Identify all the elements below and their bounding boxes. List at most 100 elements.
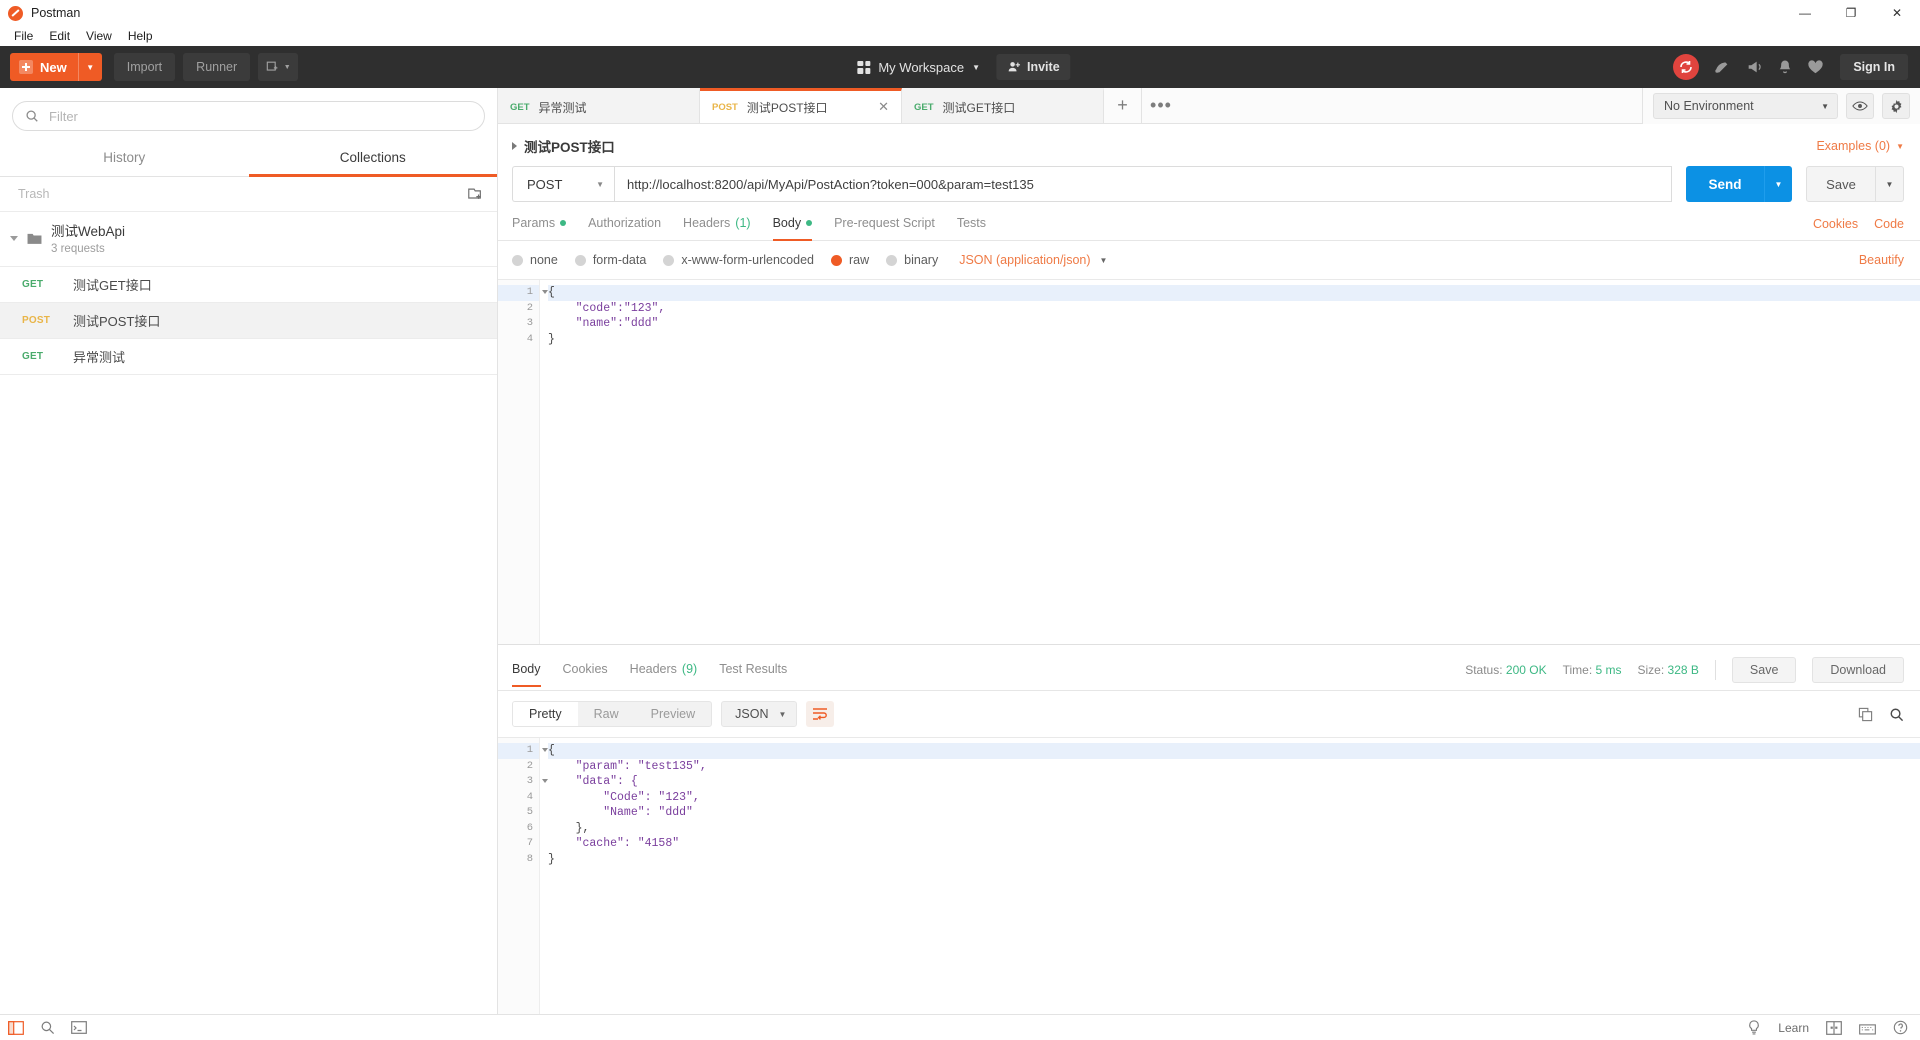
filter-box[interactable]: [12, 101, 485, 131]
examples-label: Examples (0): [1816, 139, 1891, 153]
sidebar-request-post-1[interactable]: POST 测试POST接口: [0, 303, 497, 339]
help-button[interactable]: [1893, 1020, 1908, 1035]
body-option-binary[interactable]: binary: [886, 253, 938, 267]
console-button[interactable]: [71, 1021, 87, 1034]
code-link[interactable]: Code: [1874, 217, 1904, 231]
caret-down-icon[interactable]: [10, 236, 18, 241]
open-new-window-button[interactable]: ▼: [258, 53, 299, 81]
view-mode-pretty[interactable]: Pretty: [513, 702, 578, 726]
sidebar-request-get-2[interactable]: GET 异常测试: [0, 339, 497, 375]
new-dropdown-caret[interactable]: ▼: [77, 53, 102, 81]
signin-button[interactable]: Sign In: [1840, 54, 1908, 80]
tab-authorization[interactable]: Authorization: [588, 216, 661, 241]
copy-button[interactable]: [1858, 707, 1873, 722]
menu-help[interactable]: Help: [120, 27, 161, 45]
save-dropdown-caret[interactable]: ▼: [1876, 166, 1904, 202]
find-button[interactable]: [40, 1020, 55, 1035]
sidebar-tab-collections[interactable]: Collections: [248, 141, 497, 177]
content-type-selector[interactable]: JSON (application/json) ▼: [959, 253, 1107, 267]
caret-right-icon[interactable]: [512, 142, 517, 150]
sidebar-request-get-1[interactable]: GET 测试GET接口: [0, 267, 497, 303]
menu-view[interactable]: View: [78, 27, 120, 45]
url-input[interactable]: [614, 166, 1672, 202]
request-body-editor[interactable]: 1 2 3 4 { "code":"123", "name":"ddd" }: [498, 279, 1920, 644]
layout-toggle-button[interactable]: [1826, 1020, 1842, 1035]
minimize-button[interactable]: —: [1782, 0, 1828, 26]
new-collection-icon[interactable]: [467, 186, 483, 202]
tab-prerequest-script[interactable]: Pre-request Script: [834, 216, 935, 241]
new-tab-button[interactable]: +: [1104, 88, 1142, 123]
examples-dropdown[interactable]: Examples (0) ▼: [1816, 139, 1904, 153]
fold-caret-icon[interactable]: [542, 779, 548, 783]
body-option-raw[interactable]: raw: [831, 253, 869, 267]
tab-body[interactable]: Body: [772, 216, 813, 241]
save-response-button[interactable]: Save: [1731, 657, 1797, 683]
maximize-button[interactable]: ❐: [1828, 0, 1874, 26]
word-wrap-button[interactable]: [806, 701, 835, 727]
environment-quicklook-button[interactable]: [1846, 93, 1874, 119]
download-response-button[interactable]: Download: [1812, 657, 1904, 683]
close-icon[interactable]: ✕: [878, 99, 889, 115]
notifications-button[interactable]: [1777, 59, 1793, 75]
collection-row[interactable]: 测试WebApi 3 requests: [0, 212, 497, 267]
response-tab-body[interactable]: Body: [512, 662, 541, 687]
beautify-link[interactable]: Beautify: [1859, 253, 1904, 267]
satellite-dish-button[interactable]: [1713, 59, 1731, 75]
request-tab-3[interactable]: GET 测试GET接口: [902, 88, 1104, 123]
body-option-form-data[interactable]: form-data: [574, 253, 647, 267]
environment-settings-button[interactable]: [1882, 93, 1910, 119]
trash-row[interactable]: Trash: [0, 177, 497, 212]
fold-caret-icon[interactable]: [542, 290, 548, 294]
view-mode-raw[interactable]: Raw: [578, 702, 635, 726]
response-tab-headers[interactable]: Headers (9): [630, 662, 698, 687]
gutter-line: 3: [498, 774, 548, 790]
sidebar-tab-history[interactable]: History: [0, 141, 249, 177]
workspace-selector[interactable]: My Workspace ▼: [849, 55, 988, 80]
body-option-none[interactable]: none: [512, 253, 558, 267]
response-code[interactable]: { "param": "test135", "data": { "Code": …: [540, 738, 1920, 1014]
favorites-button[interactable]: [1807, 59, 1824, 75]
option-label: form-data: [592, 253, 647, 267]
help-icon: [1893, 1020, 1908, 1035]
send-dropdown-caret[interactable]: ▼: [1764, 166, 1792, 202]
tab-options-button[interactable]: •••: [1142, 88, 1180, 123]
environment-selector[interactable]: No Environment ▼: [1653, 93, 1838, 119]
new-button[interactable]: New ▼: [10, 53, 102, 81]
body-option-urlencoded[interactable]: x-www-form-urlencoded: [663, 253, 814, 267]
response-tab-test-results[interactable]: Test Results: [719, 662, 787, 687]
keyboard-shortcuts-button[interactable]: [1859, 1021, 1876, 1035]
close-button[interactable]: ✕: [1874, 0, 1920, 26]
megaphone-button[interactable]: [1745, 59, 1763, 75]
sync-icon: [1680, 61, 1693, 73]
menu-edit[interactable]: Edit: [41, 27, 78, 45]
filter-input[interactable]: [49, 108, 472, 124]
learn-button[interactable]: [1747, 1020, 1761, 1035]
tab-label: Cookies: [562, 661, 608, 676]
code-line: }: [548, 332, 555, 346]
fold-caret-icon[interactable]: [542, 748, 548, 752]
save-request-button[interactable]: Save: [1806, 166, 1876, 202]
sync-status-button[interactable]: [1673, 54, 1700, 80]
method-selector[interactable]: POST ▼: [512, 166, 614, 202]
sidebar-toggle-button[interactable]: [8, 1020, 24, 1035]
menu-file[interactable]: File: [6, 27, 41, 45]
send-button[interactable]: Send: [1686, 166, 1764, 202]
response-format-selector[interactable]: JSON ▼: [721, 701, 798, 727]
new-button-main[interactable]: New: [10, 53, 78, 81]
tab-headers[interactable]: Headers (1): [683, 216, 751, 241]
request-tab-2[interactable]: POST 测试POST接口 ✕: [700, 88, 902, 123]
import-button[interactable]: Import: [113, 53, 176, 81]
view-mode-preview[interactable]: Preview: [635, 702, 711, 726]
runner-button[interactable]: Runner: [183, 53, 251, 81]
tab-tests[interactable]: Tests: [957, 216, 986, 241]
request-tab-1[interactable]: GET 异常测试: [498, 88, 700, 123]
invite-button[interactable]: Invite: [996, 54, 1071, 80]
cookies-link[interactable]: Cookies: [1813, 217, 1858, 231]
response-tab-cookies[interactable]: Cookies: [563, 662, 608, 687]
search-response-button[interactable]: [1889, 707, 1904, 722]
learn-label[interactable]: Learn: [1778, 1021, 1809, 1035]
tab-label: Headers: [629, 661, 677, 676]
request-code[interactable]: { "code":"123", "name":"ddd" }: [540, 280, 1920, 644]
response-body-viewer[interactable]: 1 2 3 4 5 6 7 8 { "param": "test135", "d…: [498, 737, 1920, 1014]
tab-params[interactable]: Params: [512, 216, 567, 241]
